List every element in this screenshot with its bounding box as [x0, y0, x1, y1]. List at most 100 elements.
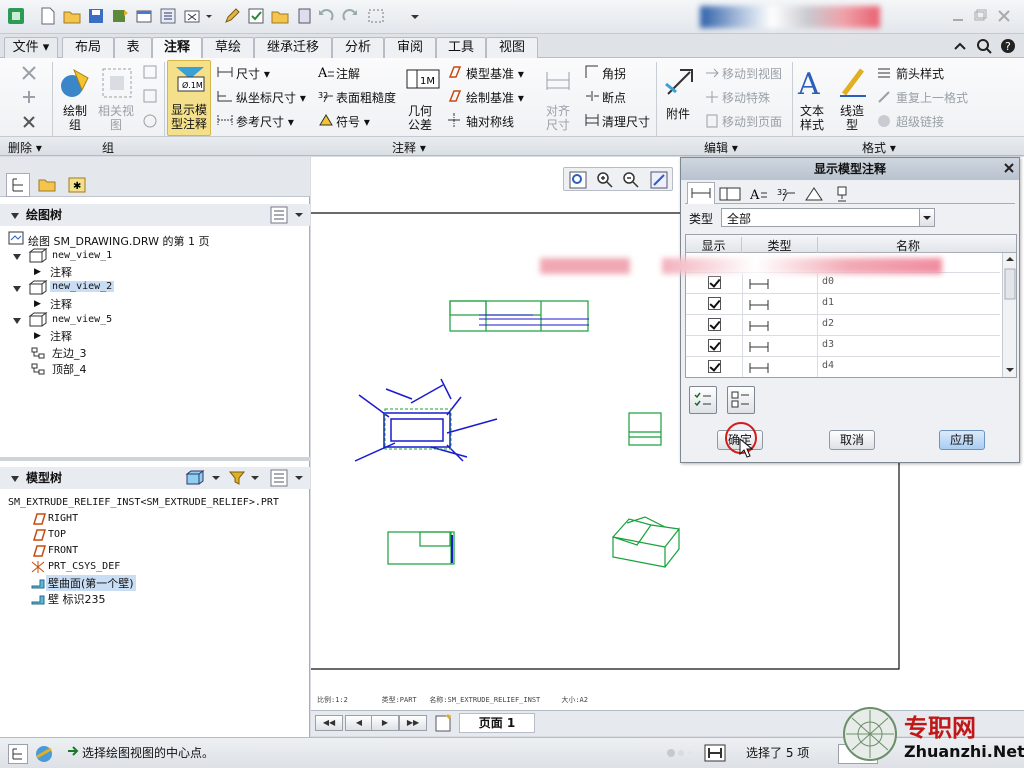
first-page-button[interactable]: ◀◀	[315, 715, 343, 731]
tree-item-new-view-5[interactable]: new_view_5	[52, 314, 112, 325]
col-name[interactable]: 名称	[818, 237, 998, 254]
next-page-button[interactable]: ▶	[371, 715, 399, 731]
tab-annotate[interactable]: 注释	[152, 37, 202, 59]
settings-icon[interactable]	[158, 6, 178, 26]
show-checkbox[interactable]	[708, 339, 721, 352]
format-group-dropdown[interactable]: 格式 ▾	[862, 139, 896, 156]
tab-dimensions[interactable]	[687, 182, 715, 204]
surface-finish-button[interactable]: 表面粗糙度	[336, 89, 396, 106]
model-tree-item-front[interactable]: FRONT	[48, 545, 78, 556]
annotation-group-dropdown[interactable]: 注释 ▾	[392, 139, 426, 156]
collapse-view1-icon[interactable]	[12, 252, 22, 262]
panel-splitter[interactable]	[0, 457, 310, 461]
undo-icon[interactable]	[316, 6, 336, 26]
angle-button[interactable]: 角拐	[602, 65, 626, 82]
model-tree-item-csys[interactable]: PRT_CSYS_DEF	[48, 561, 120, 572]
break-button[interactable]: 断点	[602, 89, 626, 106]
browser-toggle-icon[interactable]	[34, 744, 54, 764]
remove-all-icon[interactable]	[20, 113, 38, 131]
folder-browser-tab-icon[interactable]	[36, 173, 60, 197]
type-select[interactable]: 全部	[721, 208, 935, 227]
ordinate-dimension-button[interactable]: 纵坐标尺寸 ▾	[236, 89, 306, 106]
window-icon[interactable]	[134, 6, 154, 26]
move-to-page-button[interactable]: 移动到页面	[722, 113, 782, 130]
expand-annotation-icon[interactable]: ▶	[34, 299, 41, 309]
group-small-icon-3[interactable]	[142, 113, 158, 129]
draw-group-icon[interactable]	[58, 66, 92, 100]
tree-item-view2-annotation[interactable]: 注释	[50, 296, 72, 312]
attach-button[interactable]: 附件	[666, 105, 690, 122]
line-style-button[interactable]: 线造型	[840, 104, 864, 132]
tab-sketch[interactable]: 草绘	[202, 37, 254, 58]
reference-dimension-button[interactable]: 参考尺寸 ▾	[236, 113, 294, 130]
new-file-icon[interactable]	[38, 6, 58, 26]
dialog-close-icon[interactable]	[1003, 162, 1015, 174]
drawing-tree-root[interactable]: 绘图 SM_DRAWING.DRW 的第 1 页	[28, 233, 209, 249]
col-show[interactable]: 显示	[686, 237, 742, 254]
model-tree-root[interactable]: SM_EXTRUDE_RELIEF_INST<SM_EXTRUDE_RELIEF…	[8, 497, 279, 508]
related-view-icon[interactable]	[100, 66, 134, 100]
navigator-toggle-icon[interactable]	[8, 744, 28, 764]
deselect-all-button[interactable]	[727, 386, 755, 414]
group-small-icon-1[interactable]	[142, 64, 158, 80]
tree-item-left-3[interactable]: 左边_3	[52, 345, 87, 361]
tab-table[interactable]: 表	[114, 37, 152, 58]
folder-icon[interactable]	[270, 6, 290, 26]
tab-datums[interactable]	[829, 184, 855, 204]
clipboard-icon[interactable]	[294, 6, 314, 26]
select-box-icon[interactable]	[366, 6, 386, 26]
edit-icon[interactable]	[222, 6, 242, 26]
show-checkbox[interactable]	[708, 318, 721, 331]
collapse-drawing-tree-icon[interactable]	[10, 211, 20, 221]
related-view-button[interactable]: 相关视图	[98, 104, 134, 132]
tab-file[interactable]: 文件 ▾	[4, 37, 58, 58]
creo-app-icon[interactable]	[6, 6, 26, 26]
model-tree-item-wall-id[interactable]: 壁 标识235	[48, 591, 106, 607]
note-button[interactable]: 注解	[336, 65, 360, 82]
search-icon[interactable]	[976, 38, 992, 54]
tree-item-view5-annotation[interactable]: 注释	[50, 328, 72, 344]
tab-notes[interactable]: A	[745, 184, 771, 204]
apply-button[interactable]: 应用	[939, 430, 985, 450]
collapse-view2-icon[interactable]	[12, 284, 22, 294]
grid-row[interactable]: d3	[686, 336, 1000, 357]
select-all-button[interactable]	[689, 386, 717, 414]
text-style-button[interactable]: 文本 样式	[800, 104, 824, 132]
chevron-down-icon[interactable]	[204, 6, 214, 26]
axis-symmetry-button[interactable]: 轴对称线	[466, 113, 514, 130]
model-tree-item-right[interactable]: RIGHT	[48, 513, 78, 524]
help-icon[interactable]: ?	[1000, 38, 1016, 54]
checklist-icon[interactable]	[246, 6, 266, 26]
grid-row[interactable]: d2	[686, 315, 1000, 336]
regenerate-icon[interactable]	[110, 6, 130, 26]
minimize-icon[interactable]	[950, 6, 966, 26]
last-page-button[interactable]: ▶▶	[399, 715, 427, 731]
model-datum-button[interactable]: 模型基准 ▾	[466, 65, 524, 82]
draw-datum-button[interactable]: 绘制基准 ▾	[466, 89, 524, 106]
tab-layout[interactable]: 布局	[62, 37, 114, 58]
col-type[interactable]: 类型	[742, 237, 818, 254]
show-checkbox[interactable]	[708, 276, 721, 289]
model-tree-item-wall-surface[interactable]: 壁曲面(第一个壁)	[46, 575, 136, 591]
draw-group-button[interactable]: 绘制组	[60, 104, 90, 132]
model-tree-item-top[interactable]: TOP	[48, 529, 66, 540]
show-checkbox[interactable]	[708, 297, 721, 310]
align-dimension-button[interactable]: 对齐 尺寸	[546, 104, 570, 132]
edit-group-dropdown[interactable]: 编辑 ▾	[704, 139, 738, 156]
group-small-icon-2[interactable]	[142, 88, 158, 104]
page-tab[interactable]: 页面 1	[459, 713, 535, 733]
symbol-button[interactable]: 符号 ▾	[336, 113, 370, 130]
collapse-model-tree-icon[interactable]	[10, 474, 20, 484]
tab-tools[interactable]: 工具	[436, 37, 486, 58]
tab-surface-finish[interactable]: 32	[773, 184, 799, 204]
move-special-button[interactable]: 移动特殊	[722, 89, 770, 106]
move-to-view-button[interactable]: 移动到视图	[722, 65, 782, 82]
grid-scrollbar[interactable]	[1002, 253, 1016, 377]
expand-annotation-icon[interactable]: ▶	[34, 267, 41, 277]
tab-analysis[interactable]: 分析	[332, 37, 384, 58]
tree-item-top-4[interactable]: 顶部_4	[52, 361, 87, 377]
close-window-icon[interactable]	[182, 6, 202, 26]
model-tree-settings-icon[interactable]	[270, 468, 306, 488]
tab-symbols[interactable]	[801, 184, 827, 204]
tab-geometric-tolerances[interactable]	[717, 184, 743, 204]
